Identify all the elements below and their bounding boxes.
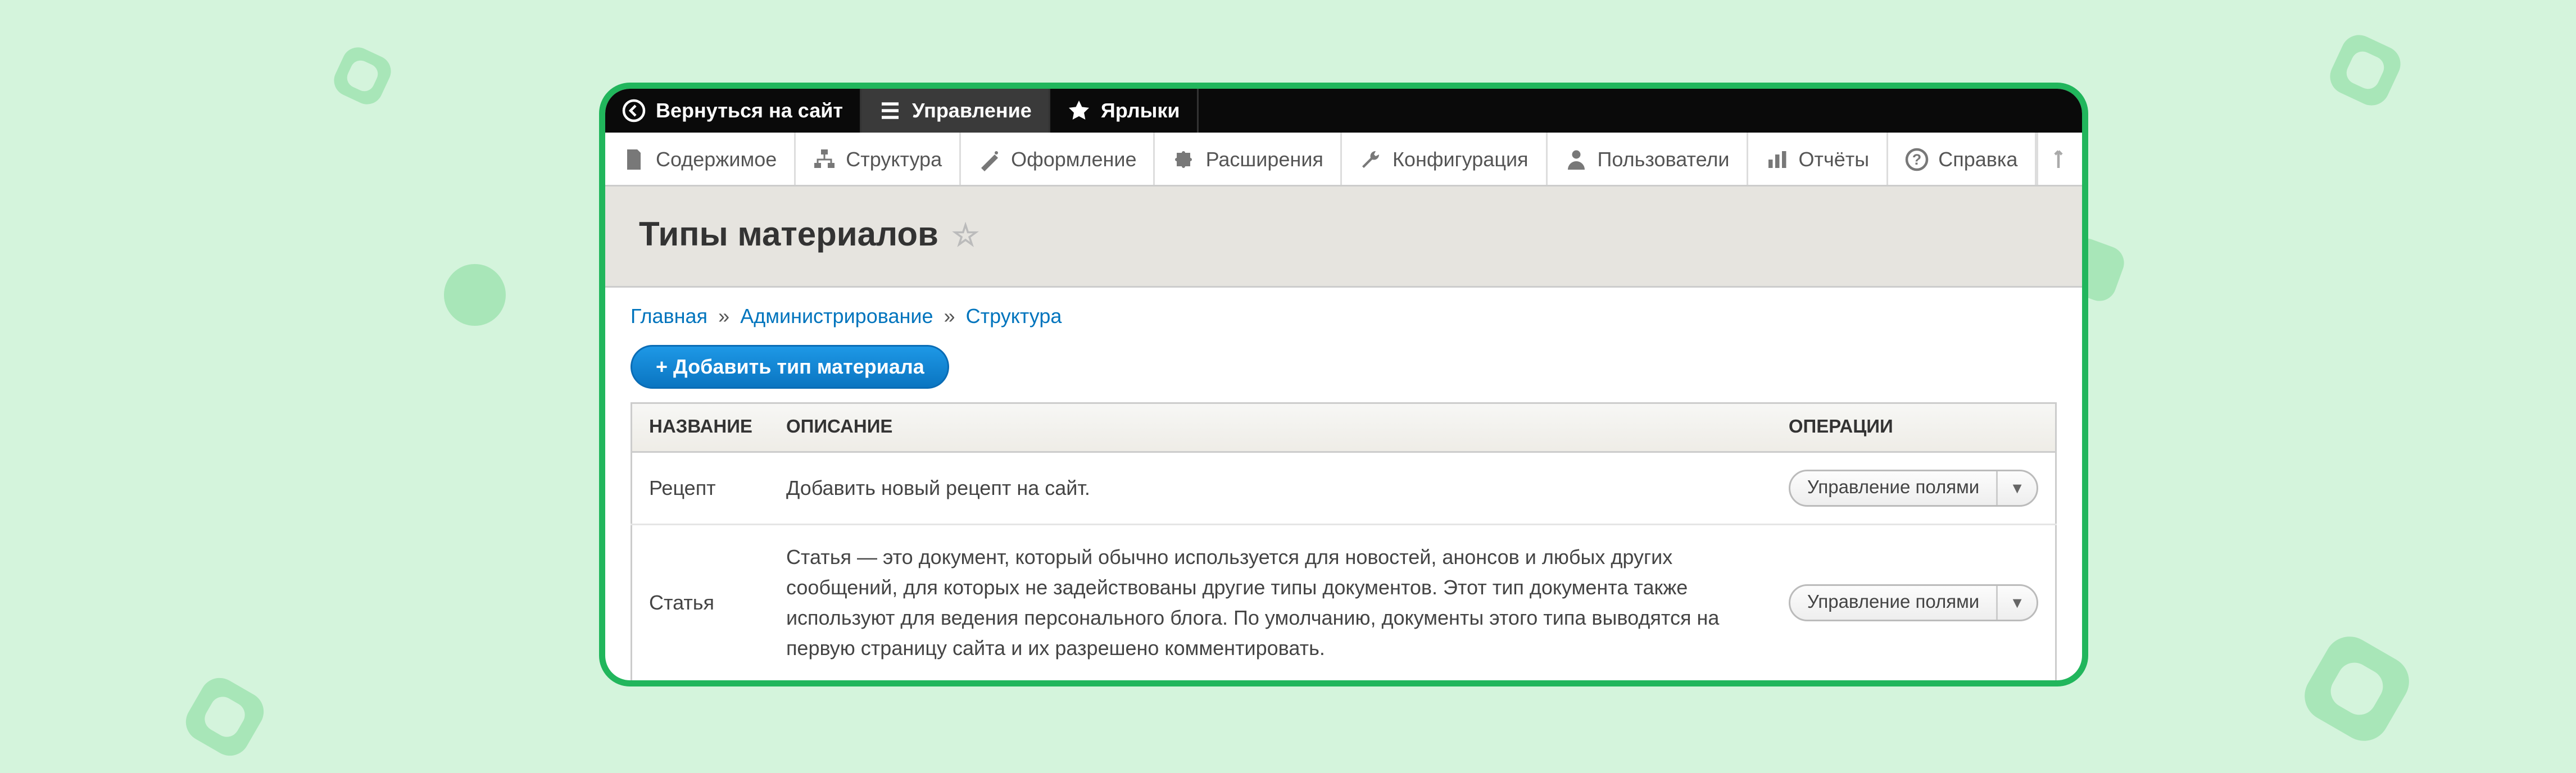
svg-text:?: ?: [1912, 151, 1921, 167]
row-name: Рецепт: [632, 452, 769, 525]
back-label: Вернуться на сайт: [656, 99, 843, 122]
wand-icon: [977, 147, 1001, 171]
admin-toolbar: Содержимое Структура Оформление Расширен…: [605, 133, 2082, 187]
breadcrumb-separator: »: [944, 304, 955, 328]
col-name: НАЗВАНИЕ: [632, 403, 769, 452]
page-title: Типы материалов ☆: [639, 217, 2048, 256]
row-name: Статья: [632, 525, 769, 681]
col-operations: ОПЕРАЦИИ: [1772, 403, 2056, 452]
row-operations: Управление полями▼: [1772, 452, 2056, 525]
toolbar-reports[interactable]: Отчёты: [1748, 133, 1888, 185]
breadcrumb-structure[interactable]: Структура: [966, 304, 1062, 328]
toolbar-config-label: Конфигурация: [1393, 147, 1529, 171]
admin-window: Вернуться на сайт Управление Ярлыки Соде…: [599, 83, 2088, 686]
add-content-type-button[interactable]: + Добавить тип материала: [631, 345, 950, 389]
page-header: Типы материалов ☆: [605, 187, 2082, 288]
help-icon: ?: [1904, 147, 1928, 171]
operations-dropbutton: Управление полями▼: [1789, 584, 2038, 621]
toolbar-extend[interactable]: Расширения: [1155, 133, 1342, 185]
manage-fields-button[interactable]: Управление полями: [1790, 471, 1998, 505]
hamburger-icon: [878, 99, 902, 122]
row-operations: Управление полями▼: [1772, 525, 2056, 681]
row-description: Страница — это документ, который использ…: [769, 681, 1772, 687]
row-name: Страница: [632, 681, 769, 687]
breadcrumb-home[interactable]: Главная: [631, 304, 708, 328]
dropbutton-toggle[interactable]: ▼: [1998, 471, 2037, 505]
manage-label: Управление: [912, 99, 1032, 122]
row-description: Добавить новый рецепт на сайт.: [769, 452, 1772, 525]
toolbar-help-label: Справка: [1938, 147, 2017, 171]
table-row: СтатьяСтатья — это документ, который обы…: [632, 525, 2056, 681]
favorite-star-icon[interactable]: ☆: [952, 219, 979, 254]
manage-fields-button[interactable]: Управление полями: [1790, 586, 1998, 620]
back-to-site[interactable]: Вернуться на сайт: [605, 89, 861, 133]
puzzle-icon: [1172, 147, 1196, 171]
col-description: ОПИСАНИЕ: [769, 403, 1772, 452]
row-description: Статья — это документ, который обычно ис…: [769, 525, 1772, 681]
content-types-table: НАЗВАНИЕ ОПИСАНИЕ ОПЕРАЦИИ РецептДобавит…: [631, 402, 2057, 686]
toolbar-people-label: Пользователи: [1598, 147, 1730, 171]
operations-dropbutton: Управление полями▼: [1789, 470, 2038, 507]
breadcrumb-separator: »: [718, 304, 729, 328]
toolbar-appearance[interactable]: Оформление: [960, 133, 1155, 185]
hierarchy-icon: [812, 147, 836, 171]
toolbar-help[interactable]: ? Справка: [1888, 133, 2036, 185]
back-icon: [622, 99, 646, 122]
row-operations: Управление полями▼: [1772, 681, 2056, 687]
toolbar-config[interactable]: Конфигурация: [1342, 133, 1547, 185]
bars-icon: [1765, 147, 1789, 171]
toolbar-people[interactable]: Пользователи: [1547, 133, 1748, 185]
toolbar-content[interactable]: Содержимое: [605, 133, 795, 185]
breadcrumb-admin[interactable]: Администрирование: [740, 304, 933, 328]
toolbar-structure-label: Структура: [846, 147, 942, 171]
shortcuts-label: Ярлыки: [1101, 99, 1180, 122]
star-icon: [1067, 99, 1091, 122]
topbar: Вернуться на сайт Управление Ярлыки: [605, 89, 2082, 133]
content-area: Главная » Администрирование » Структура …: [605, 288, 2082, 686]
breadcrumb: Главная » Администрирование » Структура: [631, 304, 2057, 328]
toolbar-orientation-toggle[interactable]: [2036, 133, 2088, 185]
toolbar-reports-label: Отчёты: [1799, 147, 1870, 171]
toolbar-appearance-label: Оформление: [1011, 147, 1136, 171]
toolbar-structure[interactable]: Структура: [795, 133, 960, 185]
person-icon: [1564, 147, 1588, 171]
file-icon: [622, 147, 646, 171]
shortcuts-toggle[interactable]: Ярлыки: [1050, 89, 1199, 133]
page-title-text: Типы материалов: [639, 217, 938, 256]
toolbar-extend-label: Расширения: [1206, 147, 1323, 171]
manage-toggle[interactable]: Управление: [861, 89, 1050, 133]
table-row: СтраницаСтраница — это документ, который…: [632, 681, 2056, 687]
dropbutton-toggle[interactable]: ▼: [1998, 586, 2037, 620]
table-row: РецептДобавить новый рецепт на сайт. Упра…: [632, 452, 2056, 525]
wrench-icon: [1359, 147, 1382, 171]
toolbar-content-label: Содержимое: [656, 147, 777, 171]
